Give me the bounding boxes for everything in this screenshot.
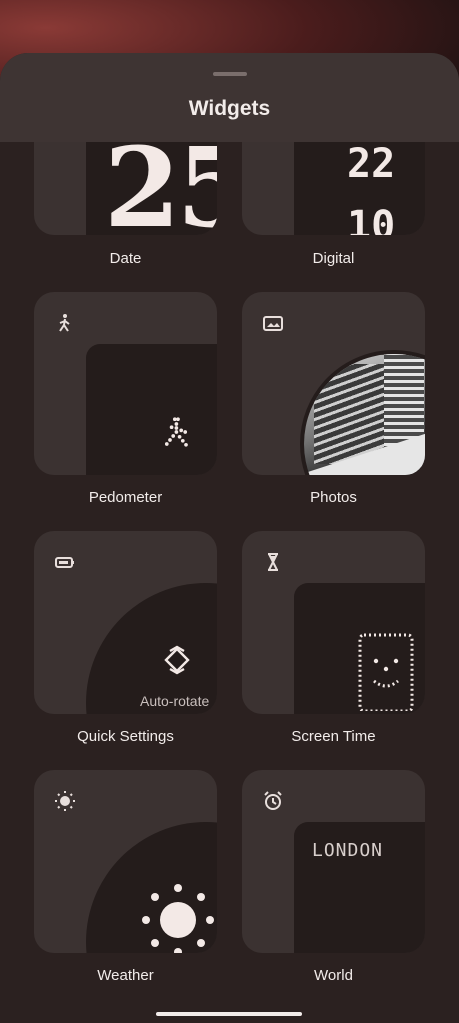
digital-preview-text: 22 10 [347, 141, 396, 235]
sun-icon [55, 791, 75, 811]
sheet-header: Widgets [0, 53, 459, 142]
sheet-title: Widgets [188, 97, 271, 120]
auto-rotate-icon [164, 645, 190, 675]
weather-sun-graphic [142, 884, 214, 953]
home-indicator[interactable] [156, 1012, 302, 1016]
widget-label-screen-time: Screen Time [291, 728, 376, 745]
hourglass-icon [268, 553, 278, 571]
world-city-label: LONDON [312, 840, 384, 861]
pedometer-walker-graphic [164, 417, 188, 447]
widgets-sheet: 25 Date 22 10 Digital Pedometer Photos A… [0, 53, 459, 1023]
widget-tile-world[interactable]: LONDON [242, 770, 425, 953]
date-preview-text: 25 [104, 123, 217, 236]
widget-label-world: World [314, 967, 353, 984]
widget-label-photos: Photos [310, 489, 357, 506]
drag-handle[interactable] [213, 72, 247, 76]
widget-tile-quick-settings[interactable]: Auto-rotate [34, 531, 217, 714]
battery-icon [55, 557, 74, 568]
widget-label-pedometer: Pedometer [88, 489, 163, 506]
auto-rotate-label: Auto-rotate [140, 693, 210, 709]
image-icon [263, 316, 283, 331]
photo-preview [300, 350, 425, 475]
widget-tile-pedometer[interactable] [34, 292, 217, 475]
screen-time-face-graphic [358, 633, 414, 711]
widget-label-date: Date [109, 250, 142, 267]
widget-label-quick-settings: Quick Settings [77, 728, 174, 745]
widget-tile-screen-time[interactable] [242, 531, 425, 714]
widget-tile-photos[interactable] [242, 292, 425, 475]
walking-person-icon [59, 314, 70, 332]
widget-label-digital: Digital [312, 250, 355, 267]
widget-tile-weather[interactable] [34, 770, 217, 953]
widget-label-weather: Weather [97, 967, 154, 984]
widget-grid: 25 Date 22 10 Digital Pedometer Photos A… [0, 53, 459, 1023]
alarm-clock-icon [264, 791, 282, 810]
